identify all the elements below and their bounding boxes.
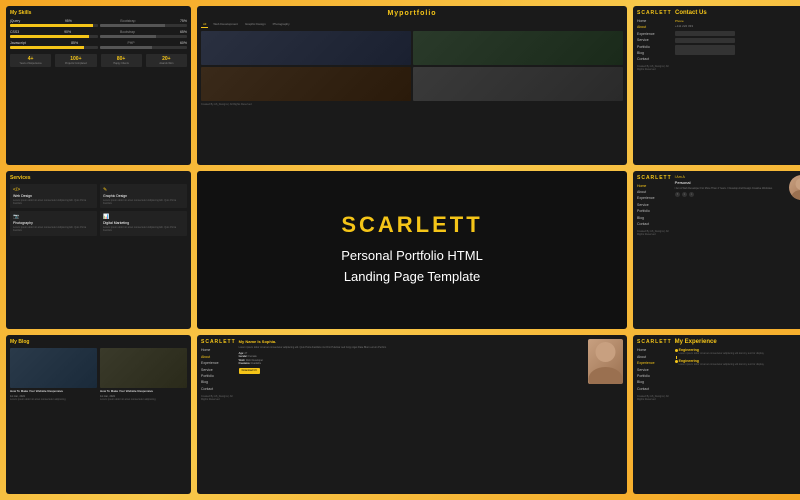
marketing-icon: 📊 <box>103 214 184 220</box>
blog-post-2: How To Make Your Website Responsive 1st … <box>100 348 187 401</box>
exp-item-2: Engineering Lorem ipsum dolor sit amet c… <box>675 359 800 366</box>
skill-css: CSS3 90% Bootstrap 65% <box>10 30 187 38</box>
tab-web[interactable]: Web Development <box>211 21 240 28</box>
web-icon: </> <box>13 187 94 193</box>
home-brand: SCARLETT <box>637 175 672 181</box>
service-photo: 📷 Photography Lorem ipsum dolor sit amet… <box>10 211 97 236</box>
about-footer: Created By AS_Designs | All Rights Reser… <box>201 395 236 401</box>
contact-card: SCARLETT Home About Experience Service P… <box>633 6 800 165</box>
photo-icon: 📷 <box>13 214 94 220</box>
message-input[interactable] <box>675 45 735 55</box>
about-me-card: SCARLETT Home About Experience Service P… <box>197 335 627 494</box>
about-details: Age: 27 Gender: Female Work: Web Develop… <box>239 352 583 366</box>
stat-clients: 80+ Happy Clients <box>101 54 142 67</box>
tab-photo[interactable]: Photography <box>271 21 292 28</box>
skill-pct-jquery: 95% <box>65 19 72 23</box>
blog-thumb-2 <box>100 348 187 388</box>
blog-thumb-1 <box>10 348 97 388</box>
skill-name-jquery: jQuery <box>10 19 20 23</box>
portfolio-thumb-1 <box>201 31 411 65</box>
graphic-icon: ✎ <box>103 187 184 193</box>
home-role: Personal <box>675 180 800 185</box>
tab-graphic[interactable]: Graphic Design <box>243 21 268 28</box>
experience-title: My Experience <box>675 339 800 345</box>
portfolio-brand: Myportfolio <box>201 10 623 17</box>
blog-post-1: How To Make Your Website Responsive 1st … <box>10 348 97 401</box>
skill-name-js: Javascript <box>10 41 26 45</box>
stat-projects: 100+ Projects Completed <box>55 54 96 67</box>
home-nav: Home About Experience Service Portfolio … <box>637 184 672 227</box>
portfolio-thumb-3 <box>201 67 411 101</box>
about-me-desc: Lorem ipsum dolor sit amet consectetur a… <box>239 346 583 349</box>
skill-name2-jquery: Bootstrap <box>120 19 135 23</box>
skill-name-css: CSS3 <box>10 30 19 34</box>
facebook-icon[interactable]: f <box>675 192 680 197</box>
contact-brand: SCARLETT <box>637 10 672 16</box>
service-web: </> Web Design Lorem ipsum dolor sit ame… <box>10 184 97 209</box>
portfolio-thumb-2 <box>413 31 623 65</box>
portfolio-tabs: All Web Development Graphic Design Photo… <box>201 21 623 28</box>
blog-left-card: My Blog How To Make Your Website Respons… <box>6 335 191 494</box>
main-container: My Skills jQuery 95% Bootstrap 75% CSS3 … <box>0 0 800 500</box>
service-graphic: ✎ Graphic Design Lorem ipsum dolor sit a… <box>100 184 187 209</box>
skill-jquery: jQuery 95% Bootstrap 75% <box>10 19 187 27</box>
about-brand: SCARLETT <box>201 339 236 345</box>
exp-brand: SCARLETT <box>637 339 672 345</box>
blog-grid: How To Make Your Website Responsive 1st … <box>10 348 187 401</box>
about-me-title: My Name Is Sophia. <box>239 339 583 344</box>
instagram-icon[interactable]: i <box>689 192 694 197</box>
contact-form <box>675 31 800 55</box>
exp-footer: Created By AS_Designs | All Rights Reser… <box>637 395 672 401</box>
blog-title: My Blog <box>10 339 187 345</box>
skills-title: My Skills <box>10 10 187 16</box>
name-input[interactable] <box>675 31 735 36</box>
center-title-card: SCARLETT Personal Portfolio HTML Landing… <box>197 171 627 330</box>
home-card: SCARLETT Home About Experience Service P… <box>633 171 800 330</box>
home-footer: Created By AS_Designs | All Rights Reser… <box>637 230 672 236</box>
portfolio-thumb-4 <box>413 67 623 101</box>
portfolio-card: Myportfolio All Web Development Graphic … <box>197 6 627 165</box>
stats-row: 4+ Years of Experience 100+ Projects Com… <box>10 54 187 67</box>
about-avatar <box>588 339 623 384</box>
services-title: Services <box>10 175 187 181</box>
exp-nav: Home About Experience Service Portfolio … <box>637 348 672 391</box>
experience-card: SCARLETT Home About Experience Service P… <box>633 335 800 494</box>
skill-pct2-jquery: 75% <box>180 19 187 23</box>
contact-us-title: Contact Us <box>675 10 800 16</box>
services-card: Services </> Web Design Lorem ipsum dolo… <box>6 171 191 330</box>
skills-card: My Skills jQuery 95% Bootstrap 75% CSS3 … <box>6 6 191 165</box>
skill-js: Javascript 85% PHP 60% <box>10 41 187 49</box>
home-tagline: I Am A <box>675 175 800 179</box>
contact-footer: Created By AS_Designs | All Rights Reser… <box>637 65 672 71</box>
tab-all[interactable]: All <box>201 21 208 28</box>
stat-awards: 20+ Awards Won <box>146 54 187 67</box>
contact-nav: Home About Experience Service Portfolio … <box>637 19 672 62</box>
center-brand: SCARLETT <box>341 212 482 238</box>
download-cv-button[interactable]: Download CV <box>239 368 260 374</box>
portfolio-grid <box>201 31 623 101</box>
social-icons: f t i <box>675 192 786 197</box>
service-marketing: 📊 Digital Marketing Lorem ipsum dolor si… <box>100 211 187 236</box>
stat-experience: 4+ Years of Experience <box>10 54 51 67</box>
portfolio-footer: Created By AS_Designs | All Rights Reser… <box>201 103 623 106</box>
home-desc: I Am A Web Developer For More Than 4 Yea… <box>675 187 800 190</box>
about-nav: Home About Experience Service Portfolio … <box>201 348 236 391</box>
template-subtitle: Personal Portfolio HTML Landing Page Tem… <box>341 246 483 288</box>
services-grid: </> Web Design Lorem ipsum dolor sit ame… <box>10 184 187 236</box>
email-input[interactable] <box>675 38 735 43</box>
twitter-icon[interactable]: t <box>682 192 687 197</box>
exp-item-1: Engineering Lorem ipsum dolor sit amet c… <box>675 348 800 355</box>
